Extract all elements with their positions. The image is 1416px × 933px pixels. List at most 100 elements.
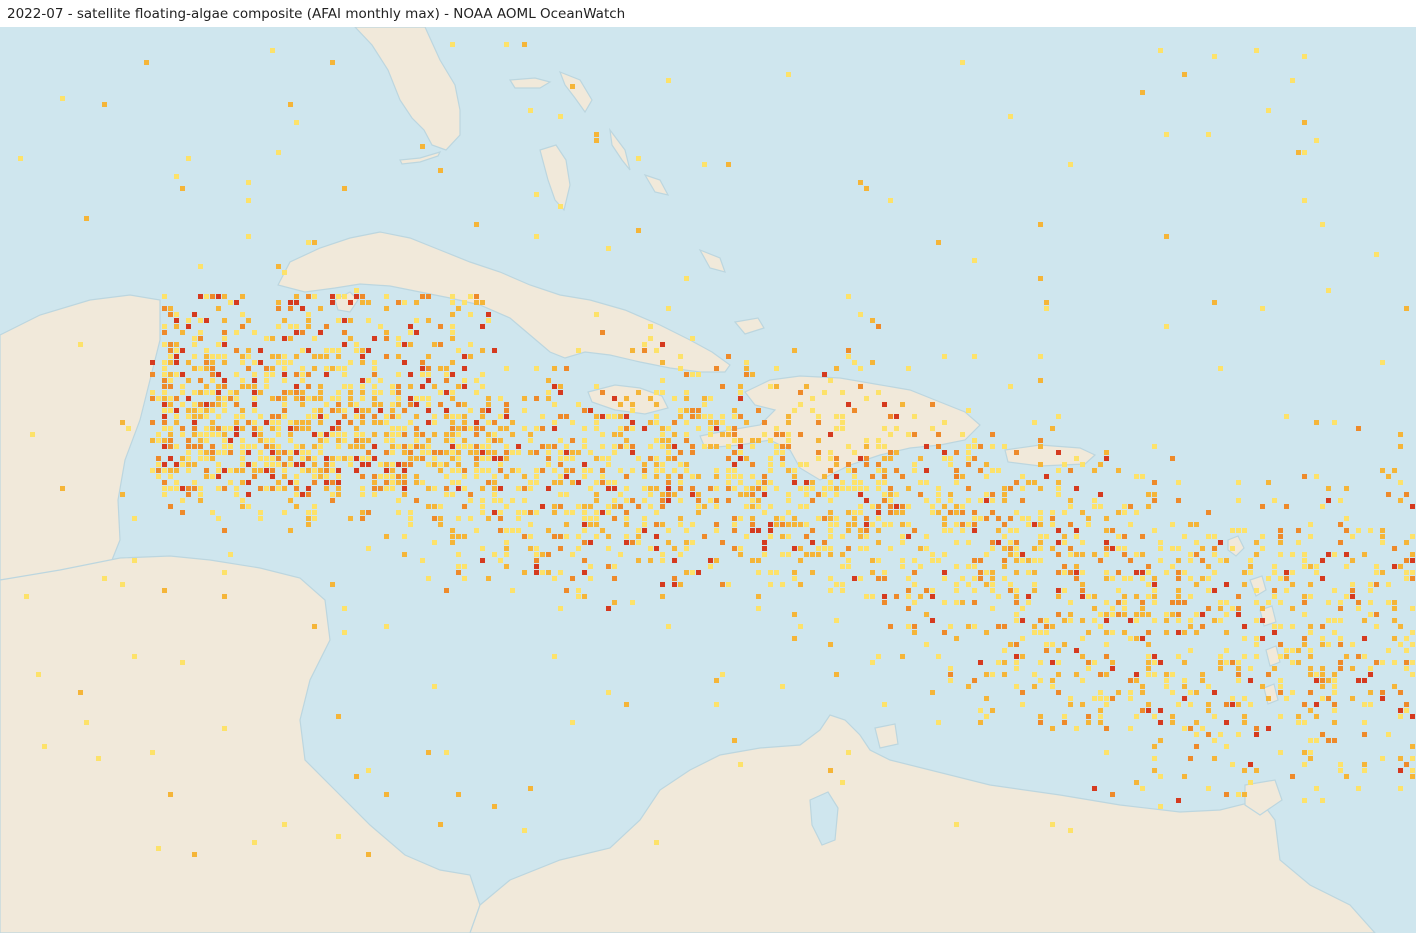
algae-cell (1338, 636, 1343, 641)
algae-cell (732, 468, 737, 473)
algae-cell (594, 480, 599, 485)
algae-cell (594, 522, 599, 527)
algae-cell (990, 570, 995, 575)
algae-cell (150, 438, 155, 443)
algae-cell (864, 396, 869, 401)
algae-cell (834, 366, 839, 371)
algae-cell (624, 540, 629, 545)
algae-cell (300, 492, 305, 497)
algae-cell (1302, 594, 1307, 599)
algae-cell (1332, 702, 1337, 707)
algae-cell (786, 498, 791, 503)
algae-cell (222, 432, 227, 437)
algae-cell (1122, 576, 1127, 581)
algae-cell (738, 492, 743, 497)
algae-cell (756, 486, 761, 491)
algae-cell (510, 432, 515, 437)
algae-cell (246, 504, 251, 509)
algae-cell (522, 426, 527, 431)
algae-cell (1122, 630, 1127, 635)
algae-cell (360, 492, 365, 497)
algae-cell (192, 420, 197, 425)
algae-cell (750, 516, 755, 521)
algae-cell (702, 444, 707, 449)
algae-cell (396, 300, 401, 305)
algae-cell (882, 474, 887, 479)
algae-cell (156, 462, 161, 467)
algae-cell (486, 456, 491, 461)
algae-cell (1146, 702, 1151, 707)
algae-cell (1266, 108, 1271, 113)
algae-cell (1278, 714, 1283, 719)
algae-cell (1170, 522, 1175, 527)
algae-cell (870, 558, 875, 563)
algae-cell (426, 354, 431, 359)
algae-cell (948, 510, 953, 515)
algae-cell (828, 642, 833, 647)
algae-cell (1302, 636, 1307, 641)
algae-cell (756, 594, 761, 599)
algae-cell (1194, 732, 1199, 737)
algae-cell (150, 420, 155, 425)
algae-cell (852, 516, 857, 521)
algae-cell (336, 396, 341, 401)
algae-cell (102, 576, 107, 581)
algae-cell (444, 432, 449, 437)
algae-cell (1332, 708, 1337, 713)
algae-cell (1398, 564, 1403, 569)
algae-cell (1320, 636, 1325, 641)
algae-cell (372, 492, 377, 497)
algae-cell (930, 510, 935, 515)
algae-cell (504, 564, 509, 569)
algae-cell (198, 330, 203, 335)
algae-cell (954, 636, 959, 641)
algae-cell (402, 432, 407, 437)
algae-cell (1110, 696, 1115, 701)
algae-cell (756, 480, 761, 485)
algae-cell (372, 390, 377, 395)
algae-cell (330, 294, 335, 299)
algae-cell (252, 408, 257, 413)
algae-cell (450, 372, 455, 377)
algae-cell (282, 378, 287, 383)
algae-cell (792, 348, 797, 353)
algae-cell (1176, 654, 1181, 659)
algae-cell (330, 432, 335, 437)
algae-cell (282, 396, 287, 401)
algae-cell (174, 444, 179, 449)
algae-cell (204, 402, 209, 407)
algae-cell (876, 324, 881, 329)
algae-cell (186, 486, 191, 491)
algae-cell (1122, 612, 1127, 617)
algae-cell (1194, 744, 1199, 749)
algae-cell (930, 426, 935, 431)
algae-cell (258, 510, 263, 515)
algae-cell (444, 414, 449, 419)
algae-cell (246, 462, 251, 467)
algae-cell (342, 432, 347, 437)
algae-cell (210, 420, 215, 425)
algae-cell (192, 852, 197, 857)
algae-cell (1188, 624, 1193, 629)
map-canvas[interactable] (0, 27, 1416, 933)
algae-cell (174, 468, 179, 473)
algae-cell (504, 444, 509, 449)
algae-cell (528, 534, 533, 539)
algae-cell (1368, 588, 1373, 593)
algae-cell (210, 444, 215, 449)
algae-cell (420, 432, 425, 437)
algae-cell (402, 534, 407, 539)
algae-cell (858, 366, 863, 371)
algae-cell (294, 492, 299, 497)
algae-cell (1140, 684, 1145, 689)
algae-cell (432, 516, 437, 521)
algae-cell (588, 540, 593, 545)
algae-cell (192, 312, 197, 317)
algae-cell (528, 480, 533, 485)
algae-cell (1086, 714, 1091, 719)
algae-cell (1176, 588, 1181, 593)
algae-cell (762, 540, 767, 545)
algae-cell (606, 414, 611, 419)
algae-cell (486, 318, 491, 323)
algae-cell (1104, 654, 1109, 659)
